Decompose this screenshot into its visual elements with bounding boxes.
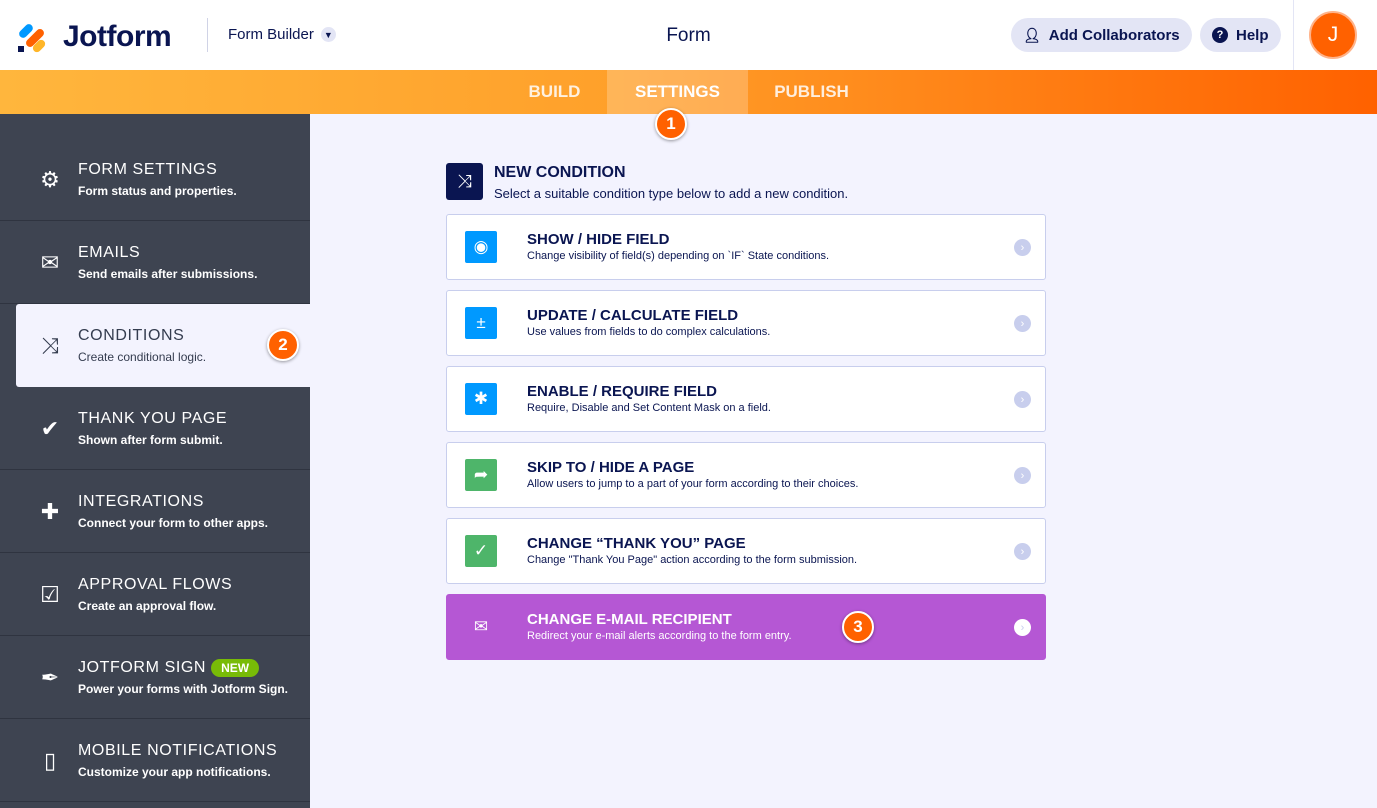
sidebar-item-title: FORM SETTINGS [78,161,217,179]
condition-title: SHOW / HIDE FIELD [527,231,670,248]
condition-title: ENABLE / REQUIRE FIELD [527,383,718,400]
approval-icon: ☑ [40,582,60,607]
sidebar-item-emails[interactable]: ✉ EMAILS Send emails after submissions. [0,221,310,304]
sidebar-item-title: JOTFORM SIGN NEW [78,659,260,677]
sidebar-item-approval-flows[interactable]: ☑ APPROVAL FLOWS Create an approval flow… [0,553,310,636]
sidebar-item-integrations[interactable]: ✚ INTEGRATIONS Connect your form to othe… [0,470,310,553]
new-badge: NEW [211,659,260,677]
sidebar-item-desc: Connect your form to other apps. [78,516,269,530]
check-circle-icon: ✔ [40,416,60,441]
shuffle-icon: ⤨ [446,163,483,200]
condition-desc: Allow users to jump to a part of your fo… [527,478,859,490]
shuffle-icon: ⤨ [41,333,59,358]
tab-build[interactable]: BUILD [502,70,607,114]
sidebar-item-desc: Send emails after submissions. [78,267,258,281]
tab-publish[interactable]: PUBLISH [748,70,875,114]
sidebar-item-title: INTEGRATIONS [78,493,204,511]
puzzle-icon: ✚ [40,499,60,524]
form-builder-dropdown[interactable]: Form Builder ▼ [228,26,336,43]
logo-icon [17,22,48,54]
settings-sidebar: ⚙ FORM SETTINGS Form status and properti… [0,114,310,808]
sidebar-item-label: MOBILE NOTIFICATIONS [78,742,278,759]
chevron-right-icon: › [1014,315,1031,332]
condition-desc: Redirect your e-mail alerts according to… [527,630,792,642]
step-badge-2: 2 [267,329,299,361]
sidebar-item-title: CONDITIONS [78,327,184,345]
sidebar-item-desc: Create an approval flow. [78,599,217,613]
header: Jotform Form Builder ▼ Form 👤︎ Add Colla… [0,0,1377,70]
sidebar-item-title: APPROVAL FLOWS [78,576,232,594]
sidebar-item-form-settings[interactable]: ⚙ FORM SETTINGS Form status and properti… [0,138,310,221]
sidebar-item-jotform-sign[interactable]: ✒ JOTFORM SIGN NEW Power your forms with … [0,636,310,719]
jotform-logo[interactable]: Jotform [17,20,172,54]
condition-desc: Change visibility of field(s) depending … [527,250,830,262]
help-icon: ? [1212,27,1228,43]
sidebar-item-thank-you-page[interactable]: ✔ THANK YOU PAGE Shown after form submit… [0,387,310,470]
envelope-icon: ✉ [40,250,60,275]
divider [207,18,208,52]
sidebar-item-label: INTEGRATIONS [78,493,205,510]
condition-card-skip-to-hide-a-page[interactable]: ➦ SKIP TO / HIDE A PAGE Allow users to j… [446,442,1046,508]
condition-card-update-calculate-field[interactable]: ± UPDATE / CALCULATE FIELD Use values fr… [446,290,1046,356]
eye-icon: ◉ [465,231,497,263]
add-collaborators-label: Add Collaborators [1048,26,1180,44]
condition-card-change-e-mail-recipient[interactable]: ✉ CHANGE E-MAIL RECIPIENT Redirect your … [446,594,1046,660]
sidebar-item-title: MOBILE NOTIFICATIONS [78,742,277,760]
asterisk-icon: ✱ [465,383,497,415]
gear-icon: ⚙ [40,167,60,192]
help-label: Help [1236,26,1269,44]
chevron-right-icon: › [1014,239,1031,256]
divider [1293,0,1294,70]
condition-card-enable-require-field[interactable]: ✱ ENABLE / REQUIRE FIELD Require, Disabl… [446,366,1046,432]
condition-desc: Change "Thank You Page" action according… [527,554,858,566]
sidebar-item-label: CONDITIONS [78,327,185,344]
new-condition-desc: Select a suitable condition type below t… [494,186,849,201]
mobile-icon: ▯ [43,748,57,773]
condition-title: UPDATE / CALCULATE FIELD [527,307,739,324]
chevron-right-icon: › [1014,619,1031,636]
logo-text: Jotform [63,20,172,53]
sidebar-item-desc: Create conditional logic. [78,350,207,364]
condition-card-change-thank-you-page[interactable]: ✓ CHANGE “THANK YOU” PAGE Change "Thank … [446,518,1046,584]
form-builder-label: Form Builder [228,26,314,43]
sidebar-item-desc: Form status and properties. [78,184,237,198]
check-circle-icon: ✓ [465,535,497,567]
user-icon: 👤︎ [1023,26,1041,43]
sidebar-item-label: APPROVAL FLOWS [78,576,233,593]
chevron-down-icon: ▼ [320,27,336,42]
condition-desc: Require, Disable and Set Content Mask on… [527,402,771,414]
condition-title: CHANGE E-MAIL RECIPIENT [527,611,732,628]
step-badge-3: 3 [842,611,874,643]
sidebar-item-label: FORM SETTINGS [78,161,218,178]
chevron-right-icon: › [1014,467,1031,484]
add-collaborators-button[interactable]: 👤︎ Add Collaborators [1011,18,1192,52]
avatar[interactable]: J [1309,11,1357,59]
calculator-icon: ± [465,307,497,339]
sidebar-item-conditions[interactable]: ⤨ CONDITIONS Create conditional logic. [16,304,310,387]
forward-arrow-icon: ➦ [465,459,497,491]
sidebar-item-desc: Customize your app notifications. [78,765,271,779]
envelope-icon: ✉ [465,611,497,643]
condition-card-show-hide-field[interactable]: ◉ SHOW / HIDE FIELD Change visibility of… [446,214,1046,280]
new-condition-title: NEW CONDITION [494,164,626,181]
sidebar-item-title: EMAILS [78,244,140,262]
help-button[interactable]: ? Help [1200,18,1281,52]
pen-icon: ✒ [40,665,60,690]
chevron-right-icon: › [1014,391,1031,408]
step-badge-1: 1 [655,108,687,140]
sidebar-item-label: EMAILS [78,244,141,261]
main-tabs: BUILD SETTINGS PUBLISH [0,70,1377,114]
sidebar-item-desc: Power your forms with Jotform Sign. [78,682,289,696]
chevron-right-icon: › [1014,543,1031,560]
sidebar-item-mobile-notifications[interactable]: ▯ MOBILE NOTIFICATIONS Customize your ap… [0,719,310,802]
sidebar-item-label: JOTFORM SIGN [78,659,207,676]
condition-title: SKIP TO / HIDE A PAGE [527,459,695,476]
condition-desc: Use values from fields to do complex cal… [527,326,771,338]
sidebar-item-desc: Shown after form submit. [78,433,223,447]
sidebar-item-title: THANK YOU PAGE [78,410,227,428]
sidebar-item-label: THANK YOU PAGE [78,410,228,427]
condition-title: CHANGE “THANK YOU” PAGE [527,535,746,552]
tab-settings[interactable]: SETTINGS [607,70,748,114]
